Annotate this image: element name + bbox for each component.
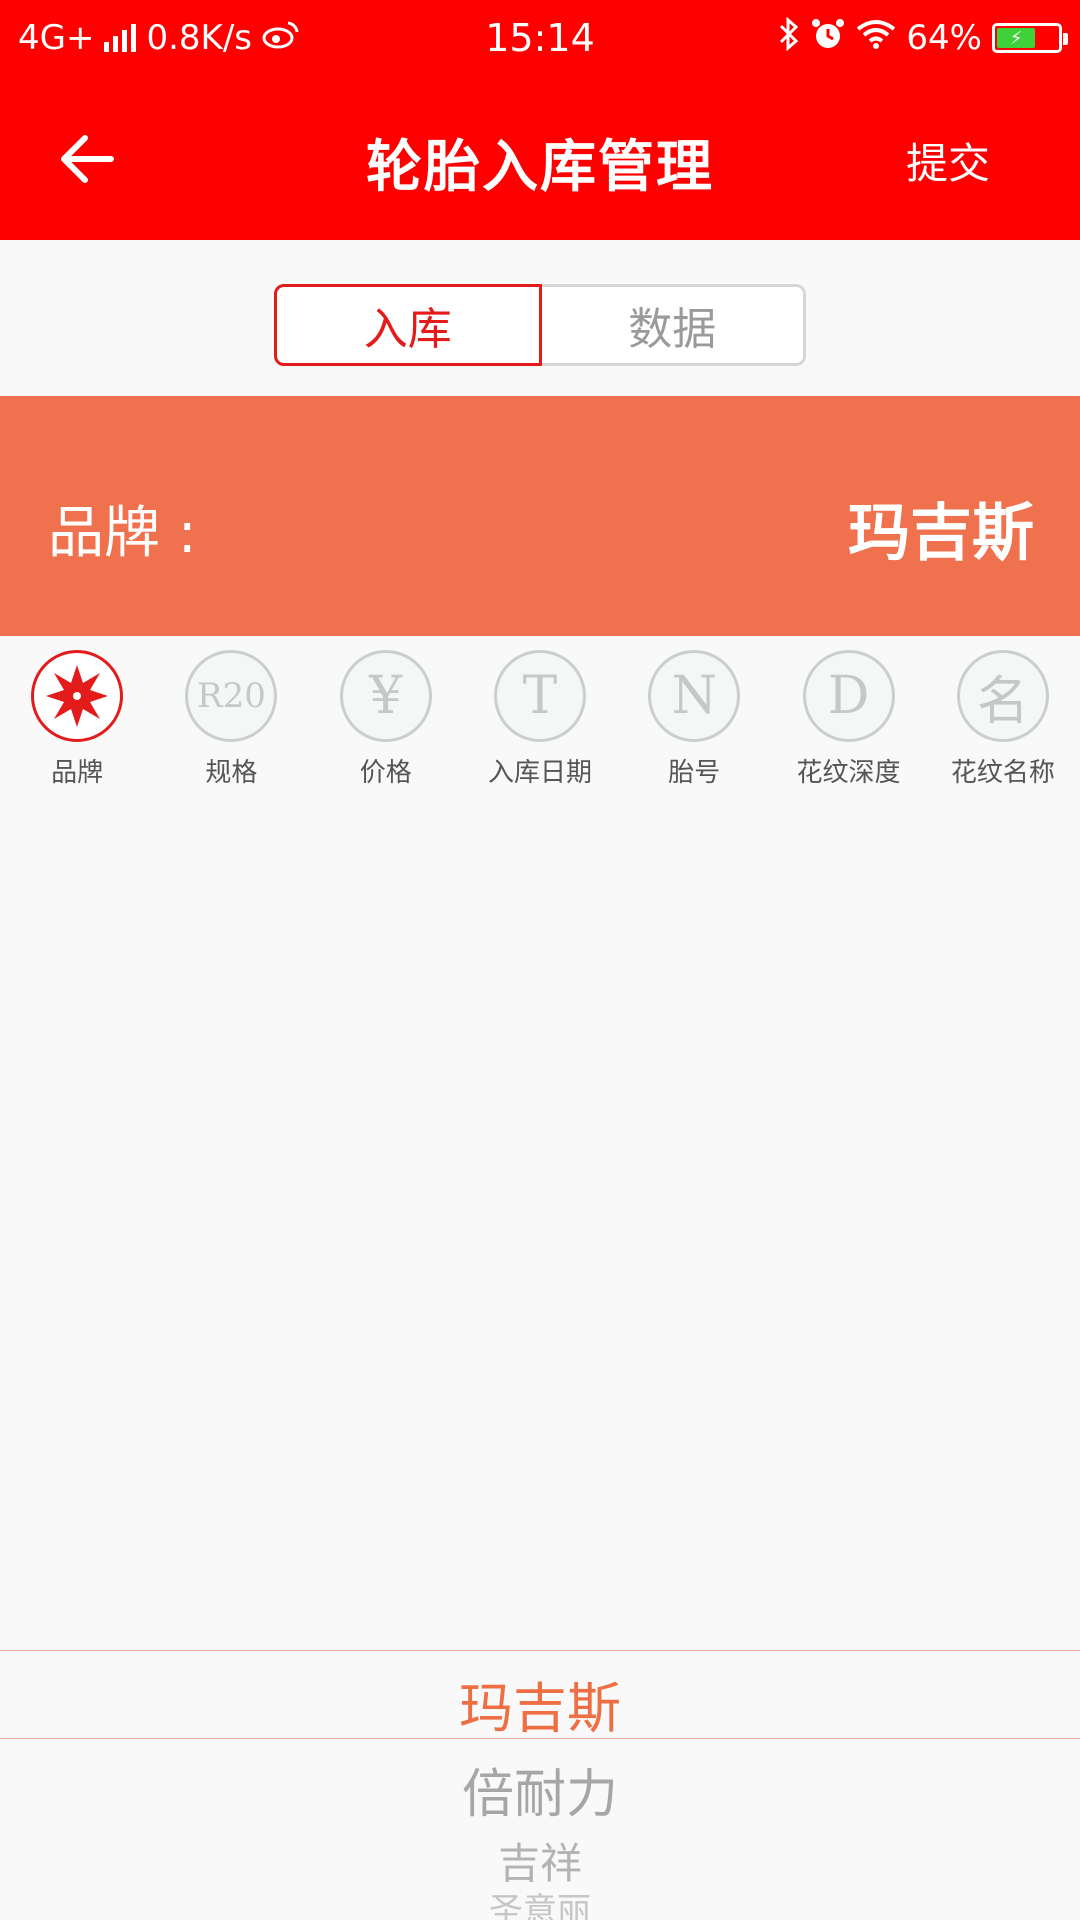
field-value: 玛吉斯: [847, 496, 1034, 569]
step-tread-depth[interactable]: D 花纹深度: [771, 650, 925, 790]
status-right: 64% ⚡: [778, 16, 1068, 61]
step-label: 胎号: [668, 758, 721, 788]
name-char-icon: 名: [956, 650, 1049, 742]
picker-top-line: [0, 1650, 1080, 1651]
status-bar: 4G+ 0.8K/s 15:14 64% ⚡: [0, 0, 1080, 76]
step-label: 花纹名称: [950, 758, 1055, 788]
field-label: 品牌 :: [48, 501, 197, 566]
wifi-icon: [856, 18, 896, 58]
t-letter-icon: T: [493, 650, 586, 742]
network-speed: 0.8K/s: [146, 18, 253, 58]
step-price[interactable]: ¥ 价格: [309, 650, 463, 790]
battery-percent: 64%: [906, 18, 982, 58]
submit-button[interactable]: 提交: [906, 130, 990, 191]
signal-icon: [104, 24, 137, 52]
step-tread-name[interactable]: 名 花纹名称: [926, 650, 1080, 790]
picker-selected-item[interactable]: 玛吉斯: [0, 1664, 1080, 1743]
current-field-panel: 品牌 : 玛吉斯: [0, 396, 1080, 636]
step-date[interactable]: T 入库日期: [463, 650, 617, 790]
picker-option[interactable]: 吉祥: [0, 1830, 1080, 1891]
battery-icon: ⚡: [992, 23, 1068, 53]
n-letter-icon: N: [648, 650, 741, 742]
app-bar: 轮胎入库管理 提交: [0, 76, 1080, 240]
picker-option[interactable]: 倍耐力: [0, 1752, 1080, 1827]
step-brand[interactable]: 品牌: [0, 650, 154, 790]
status-left: 4G+ 0.8K/s: [18, 18, 300, 58]
step-label: 入库日期: [487, 758, 592, 788]
bluetooth-icon: [778, 16, 800, 60]
yuan-icon: ¥: [339, 650, 432, 742]
step-spec[interactable]: R20 规格: [154, 650, 308, 790]
picker-option[interactable]: 圣意丽: [0, 1886, 1080, 1920]
d-letter-icon: D: [802, 650, 895, 742]
picker-bottom-line: [0, 1738, 1080, 1739]
step-label: 规格: [205, 758, 258, 788]
alarm-icon: [810, 16, 846, 61]
r20-icon: R20: [185, 650, 278, 742]
step-label: 花纹深度: [796, 758, 901, 788]
weibo-icon: [262, 18, 300, 58]
tab-inbound[interactable]: 入库: [274, 284, 542, 366]
step-bar: 品牌 R20 规格 ¥ 价格 T 入库日期 N 胎号 D 花纹深度 名 花纹名称: [0, 650, 1080, 790]
network-type: 4G+: [18, 18, 95, 58]
step-tire-number[interactable]: N 胎号: [617, 650, 771, 790]
step-label: 品牌: [51, 758, 104, 788]
tab-data[interactable]: 数据: [541, 284, 806, 366]
step-label: 价格: [359, 758, 412, 788]
tab-switcher: 入库 数据: [274, 284, 806, 366]
star-burst-icon: [31, 650, 124, 742]
